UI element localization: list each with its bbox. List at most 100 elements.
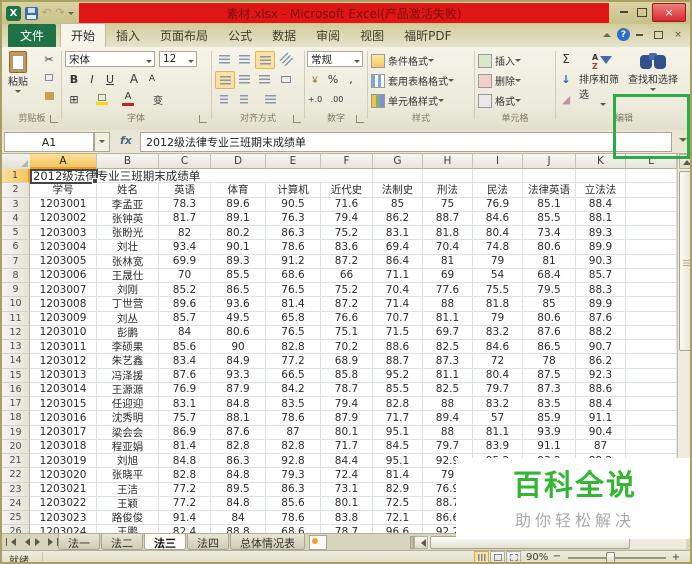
cell[interactable]: 1203022 (30, 496, 97, 511)
page-layout-view-button[interactable] (490, 551, 505, 562)
minimize-button[interactable] (616, 5, 632, 19)
align-right-button[interactable] (255, 71, 273, 87)
tab-home[interactable]: 开始 (60, 23, 107, 47)
cell[interactable]: 计算机 (266, 183, 321, 198)
cell[interactable]: 72.5 (373, 496, 423, 511)
cell[interactable]: 84 (159, 325, 211, 340)
cell[interactable]: 87.3 (423, 354, 473, 369)
cell[interactable]: 88.7 (423, 211, 473, 226)
column-header-E[interactable]: E (266, 154, 321, 169)
cell[interactable]: 86.3 (266, 226, 321, 241)
column-header-H[interactable]: H (423, 154, 473, 169)
cell[interactable]: 1203017 (30, 425, 97, 440)
prev-sheet-icon[interactable] (19, 536, 31, 548)
cell[interactable]: 90.1 (211, 240, 266, 255)
cell[interactable]: 88 (423, 297, 473, 312)
cell[interactable]: 80.1 (321, 496, 373, 511)
cell[interactable]: 80.4 (473, 226, 523, 241)
sheet-tab-fa1[interactable]: 法一 (58, 534, 100, 550)
cell[interactable]: 89.1 (211, 211, 266, 226)
cell[interactable]: 84.2 (266, 382, 321, 397)
cell[interactable]: 87.2 (321, 297, 373, 312)
row-header-22[interactable]: 22 (2, 468, 30, 483)
cell[interactable]: 1203018 (30, 439, 97, 454)
cell[interactable]: 78.6 (266, 411, 321, 426)
cell[interactable]: 82.8 (159, 468, 211, 483)
cell[interactable]: 77.2 (159, 482, 211, 497)
cell[interactable] (576, 169, 626, 184)
cell[interactable]: 85.7 (576, 268, 626, 283)
cell[interactable]: 83.1 (373, 226, 423, 241)
cell[interactable]: 87.6 (576, 311, 626, 326)
cell[interactable]: 87.6 (523, 325, 576, 340)
cell[interactable]: 76.9 (159, 382, 211, 397)
align-left-button[interactable] (215, 71, 235, 89)
row-header-25[interactable]: 25 (2, 511, 30, 526)
cell[interactable]: 91.1 (576, 411, 626, 426)
phonetic-button[interactable]: 变 (149, 91, 167, 107)
cell[interactable]: 88 (423, 425, 473, 440)
fill-button[interactable]: ↓ (557, 71, 575, 87)
cell[interactable]: 77.2 (159, 496, 211, 511)
cell[interactable]: 70.4 (373, 283, 423, 298)
cell[interactable]: 84.8 (211, 468, 266, 483)
cell[interactable]: 81.1 (423, 311, 473, 326)
cell[interactable]: 85.1 (523, 197, 576, 212)
zoom-level-label[interactable]: 90% (526, 552, 548, 562)
cell[interactable]: 82.8 (373, 397, 423, 412)
cell[interactable]: 90.3 (576, 254, 626, 269)
cell[interactable]: 82.5 (423, 382, 473, 397)
cell[interactable]: 76.9 (473, 197, 523, 212)
cell[interactable]: 姓名 (97, 183, 159, 198)
cell[interactable]: 路俊俊 (97, 511, 159, 526)
bold-button[interactable]: B (65, 71, 83, 87)
cell[interactable]: 梁会会 (97, 425, 159, 440)
cell[interactable]: 85.5 (523, 211, 576, 226)
cell[interactable]: 85.9 (523, 411, 576, 426)
cell[interactable]: 1203015 (30, 397, 97, 412)
maximize-button[interactable] (634, 5, 650, 19)
column-header-B[interactable]: B (97, 154, 159, 169)
cell[interactable]: 76.5 (266, 325, 321, 340)
cell[interactable]: 85.5 (211, 268, 266, 283)
cell[interactable] (626, 411, 677, 426)
row-header-11[interactable]: 11 (2, 311, 30, 326)
cell[interactable]: 66.5 (266, 368, 321, 383)
cell[interactable]: 80.1 (321, 425, 373, 440)
cell[interactable]: 71.1 (373, 268, 423, 283)
cell[interactable]: 1203006 (30, 268, 97, 283)
cell[interactable]: 79.7 (473, 382, 523, 397)
cell[interactable]: 70.7 (373, 311, 423, 326)
cell[interactable]: 69.4 (373, 240, 423, 255)
cell[interactable]: 75.1 (321, 325, 373, 340)
cell[interactable]: 刘刚 (97, 283, 159, 298)
cell[interactable]: 85.2 (159, 283, 211, 298)
cell[interactable]: 78.7 (321, 382, 373, 397)
decrease-font-button[interactable]: A (143, 71, 161, 87)
cell[interactable]: 86.3 (211, 454, 266, 469)
name-box-dropdown-icon[interactable] (94, 132, 110, 152)
cell[interactable]: 1203010 (30, 325, 97, 340)
align-center-button[interactable] (235, 71, 253, 87)
cell[interactable]: 84.4 (321, 454, 373, 469)
next-sheet-icon[interactable] (33, 536, 45, 548)
cell[interactable]: 87.6 (159, 368, 211, 383)
cell[interactable]: 86.5 (211, 283, 266, 298)
cell[interactable]: 刑法 (423, 183, 473, 198)
cell[interactable]: 79 (473, 311, 523, 326)
clear-button[interactable]: ◢ (557, 91, 575, 107)
cell[interactable]: 王源源 (97, 382, 159, 397)
cell[interactable]: 96.6 (373, 525, 423, 533)
cell[interactable]: 88.6 (576, 382, 626, 397)
column-header-C[interactable]: C (159, 154, 211, 169)
cell[interactable]: 1203019 (30, 454, 97, 469)
cell[interactable]: 1203001 (30, 197, 97, 212)
cell[interactable]: 82.9 (373, 482, 423, 497)
cell[interactable] (626, 283, 677, 298)
increase-decimal-button[interactable]: +.0 (306, 91, 324, 107)
cell[interactable]: 81.4 (159, 439, 211, 454)
column-header-A[interactable]: A (30, 154, 97, 169)
cell[interactable]: 80.6 (523, 311, 576, 326)
cell[interactable]: 87.3 (523, 382, 576, 397)
cell[interactable]: 72.4 (321, 468, 373, 483)
